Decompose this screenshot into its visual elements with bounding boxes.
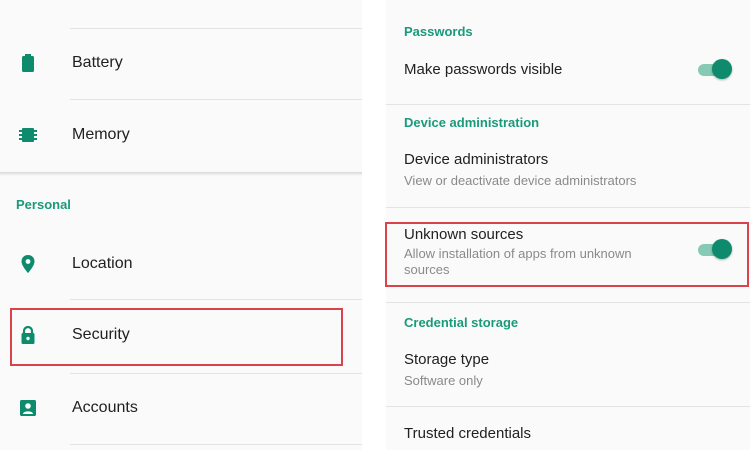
item-title: Make passwords visible: [404, 61, 563, 78]
device-administrators-item[interactable]: Device administrators View or deactivate…: [386, 142, 750, 192]
unknown-sources-toggle[interactable]: [696, 238, 732, 260]
item-title: Device administrators: [404, 151, 549, 168]
divider: [70, 444, 362, 445]
divider: [70, 28, 362, 29]
divider: [386, 406, 750, 407]
toggle-thumb: [712, 59, 732, 79]
divider: [70, 299, 362, 300]
settings-item-label: Security: [72, 326, 130, 343]
storage-type-item[interactable]: Storage type Software only: [386, 342, 750, 392]
settings-item-accounts[interactable]: Accounts: [0, 383, 362, 435]
battery-icon: [17, 52, 39, 74]
divider: [386, 302, 750, 303]
make-passwords-visible-toggle[interactable]: [696, 58, 732, 80]
item-subtitle: View or deactivate device administrators: [404, 173, 637, 188]
toggle-thumb: [712, 239, 732, 259]
settings-item-battery[interactable]: Battery: [0, 38, 362, 90]
divider: [386, 207, 750, 208]
item-title: Trusted credentials: [404, 425, 532, 442]
memory-icon: [17, 124, 39, 146]
cut-off-list-item: [18, 0, 178, 4]
category-credential-storage: Credential storage: [404, 315, 519, 330]
settings-item-security[interactable]: Security: [0, 310, 362, 362]
divider: [386, 104, 750, 105]
item-title: Storage type: [404, 351, 490, 368]
settings-list-panel: Battery Memory Personal Location Securit…: [0, 0, 362, 450]
item-title: Unknown sources: [404, 226, 524, 243]
item-subtitle-line2: sources: [404, 262, 450, 277]
settings-item-label: Battery: [72, 54, 123, 71]
settings-item-label: Location: [72, 255, 133, 272]
security-settings-panel: Passwords Make passwords visible Device …: [386, 0, 750, 450]
make-passwords-visible-item[interactable]: Make passwords visible: [386, 52, 750, 96]
item-subtitle: Software only: [404, 373, 483, 388]
lock-icon: [17, 324, 39, 346]
section-divider: [0, 172, 362, 176]
unknown-sources-item[interactable]: Unknown sources Allow installation of ap…: [386, 218, 750, 284]
settings-item-location[interactable]: Location: [0, 239, 362, 291]
category-passwords: Passwords: [404, 24, 473, 39]
divider: [70, 99, 362, 100]
settings-item-label: Accounts: [72, 399, 138, 416]
category-personal: Personal: [16, 197, 71, 212]
account-icon: [17, 397, 39, 419]
settings-item-label: Memory: [72, 126, 130, 143]
trusted-credentials-item[interactable]: Trusted credentials: [386, 416, 750, 450]
divider: [70, 373, 362, 374]
location-pin-icon: [17, 253, 39, 275]
settings-item-memory[interactable]: Memory: [0, 110, 362, 162]
category-device-administration: Device administration: [404, 115, 540, 130]
item-subtitle-line1: Allow installation of apps from unknown: [404, 246, 632, 261]
